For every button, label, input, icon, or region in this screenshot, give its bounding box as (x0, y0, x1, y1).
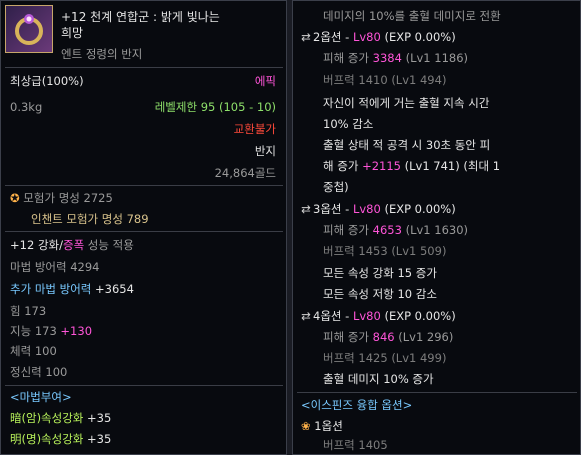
item-ring-icon (5, 5, 53, 53)
enhance-word: 강화 (37, 238, 60, 252)
intelligence-bonus: +130 (60, 324, 93, 338)
item-weight: 0.3kg (10, 100, 43, 114)
trade-status: 교환불가 (233, 122, 276, 136)
option4-damage-value: 846 (372, 330, 395, 344)
option3-level: Lv80 (352, 202, 381, 216)
divider (297, 392, 577, 393)
enchant-fame: 인챈트 모험가 명성 789 (31, 212, 149, 226)
dark-label: 暗(암)속성강화 (10, 411, 88, 425)
dark-value: +35 (87, 411, 112, 425)
option2-desc4: 해 증가 +2115 (Lv1 741) (최대 1 (323, 159, 500, 174)
enhance-line: +12 강화/증폭 성능 적용 (10, 238, 134, 253)
item-price: 24,864골드 (214, 166, 276, 180)
vitality: 체력 100 (10, 344, 57, 358)
option2-exp: (EXP 0.00%) (380, 30, 456, 44)
option2-desc4-tail: (Lv1 741) (최대 1 (400, 159, 501, 173)
fusion-option1-label: 1옵션 (314, 419, 343, 433)
option4-damage-label: 피해 증가 (323, 330, 373, 344)
option2-desc4-label: 해 증가 (323, 159, 363, 173)
item-grade: 최상급(100%) (10, 74, 84, 88)
item-name-line1: +12 천계 연합군 : 밝게 빛나는 (61, 10, 220, 24)
light-element-enhance: 明(명)속성강화 +35 (10, 432, 111, 447)
option2-desc2: 10% 감소 (323, 117, 374, 131)
option3-damage-value: 4653 (372, 223, 402, 237)
light-value: +35 (87, 432, 112, 446)
option2-level: Lv80 (352, 30, 381, 44)
item-name-line2: 희망 (61, 26, 84, 40)
option4-damage-lv: (Lv1 296) (394, 330, 454, 344)
option4-exp: (EXP 0.00%) (380, 309, 456, 323)
magic-grant-header: <마법부여> (10, 390, 72, 404)
extra-magic-defense: 추가 마법 방어력 +3654 (10, 282, 134, 297)
divider (5, 385, 283, 386)
option2-damage: 피해 증가 3384 (Lv1 1186) (323, 51, 468, 66)
divider (5, 185, 283, 186)
light-label: 明(명)속성강화 (10, 432, 88, 446)
item-tooltip-right: 데미지의 10%를 출혈 데미지로 전환 ⇄ 2옵션 - Lv80 (EXP 0.… (292, 0, 581, 455)
option2-damage-lv: (Lv1 1186) (401, 51, 469, 65)
enhance-prefix: +12 (10, 238, 38, 252)
intelligence: 지능 173 +130 (10, 324, 92, 339)
option3-header: ⇄ 3옵션 - Lv80 (EXP 0.00%) (299, 202, 456, 217)
adventurer-fame: ✪ 모험가 명성 2725 (10, 191, 113, 206)
option3-head: 3옵션 - (313, 202, 353, 216)
adventurer-fame-text: 모험가 명성 2725 (23, 191, 113, 205)
divider (5, 67, 283, 68)
swap-icon: ⇄ (301, 30, 311, 44)
option2-head: 2옵션 - (313, 30, 353, 44)
enhance-suffix: 성능 적용 (84, 238, 134, 252)
option2-desc5: 중첩) (323, 180, 349, 194)
option4-buff: 버프력 1425 (Lv1 499) (323, 351, 447, 365)
slot-type: 반지 (254, 144, 276, 158)
item-subtitle: 엔트 정령의 반지 (61, 47, 143, 61)
extra-magic-def-label: 추가 마법 방어력 (10, 282, 96, 296)
item-rarity: 에픽 (254, 74, 276, 88)
option3-desc2: 모든 속성 저항 10 감소 (323, 287, 437, 301)
swap-icon: ⇄ (301, 202, 311, 216)
dark-element-enhance: 暗(암)속성강화 +35 (10, 411, 111, 426)
option2-desc4-value: +2115 (362, 159, 401, 173)
fusion-buff: 버프력 1405 (323, 438, 388, 452)
option2-buff: 버프력 1410 (Lv1 494) (323, 73, 447, 87)
divider (5, 231, 283, 232)
extra-magic-def-value: +3654 (95, 282, 134, 296)
option2-header: ⇄ 2옵션 - Lv80 (EXP 0.00%) (299, 30, 456, 45)
option2-damage-label: 피해 증가 (323, 51, 373, 65)
fusion-header: <이스핀즈 융합 옵션> (301, 398, 413, 412)
option3-exp: (EXP 0.00%) (380, 202, 456, 216)
bleed-convert-line: 데미지의 10%를 출혈 데미지로 전환 (323, 9, 501, 23)
level-limit: 레벨제한 95 (105 - 10) (154, 100, 276, 114)
option3-damage: 피해 증가 4653 (Lv1 1630) (323, 223, 468, 238)
fusion-option1: ❀ 1옵션 (301, 419, 343, 434)
intelligence-label: 지능 173 (10, 324, 61, 338)
swap-icon: ⇄ (301, 309, 311, 323)
spirit: 정신력 100 (10, 365, 68, 379)
strength: 힘 173 (10, 304, 47, 318)
option4-desc1: 출혈 데미지 10% 증가 (323, 372, 434, 386)
option2-damage-value: 3384 (372, 51, 402, 65)
option2-desc1: 자신이 적에게 거는 출혈 지속 시간 (323, 96, 490, 110)
option4-head: 4옵션 - (313, 309, 353, 323)
option2-desc3: 출혈 상태 적 공격 시 30초 동안 피 (323, 138, 491, 152)
option4-header: ⇄ 4옵션 - Lv80 (EXP 0.00%) (299, 309, 456, 324)
magic-defense: 마법 방어력 4294 (10, 260, 100, 274)
option4-damage: 피해 증가 846 (Lv1 296) (323, 330, 453, 345)
option3-buff: 버프력 1453 (Lv1 509) (323, 244, 447, 258)
rose-icon: ❀ (301, 419, 311, 433)
option3-damage-lv: (Lv1 1630) (401, 223, 469, 237)
option3-desc1: 모든 속성 강화 15 증가 (323, 266, 437, 280)
amplify-word: 증폭 (62, 238, 85, 252)
option4-level: Lv80 (352, 309, 381, 323)
fame-icon: ✪ (10, 191, 20, 205)
item-tooltip-left: +12 천계 연합군 : 밝게 빛나는 희망 엔트 정령의 반지 최상급(100… (0, 0, 287, 455)
option3-damage-label: 피해 증가 (323, 223, 373, 237)
